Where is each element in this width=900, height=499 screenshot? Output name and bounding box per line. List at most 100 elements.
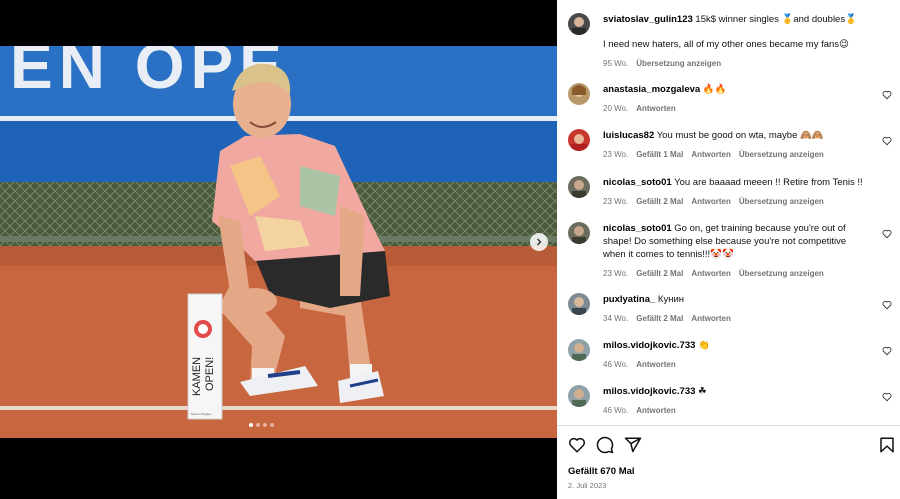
comment-text: 👏	[695, 340, 710, 351]
translate-link[interactable]: Übersetzung anzeigen	[739, 195, 824, 208]
comment-text: 🔥🔥	[700, 84, 727, 95]
trophy-small-text: Kamen Singles	[191, 412, 212, 416]
post-photo[interactable]: EN OPE KAMEN OPEN! Kamen Singles	[0, 46, 557, 438]
post-date: 2. Juli 2023	[568, 481, 607, 490]
carousel-dot	[256, 423, 260, 427]
comment-text: ☘	[695, 386, 707, 397]
avatar[interactable]	[568, 293, 590, 315]
caption-username[interactable]: sviatoslav_gulin123	[603, 14, 693, 25]
share-button[interactable]	[624, 436, 642, 454]
heart-icon	[882, 393, 892, 402]
reply-link[interactable]: Antworten	[636, 102, 676, 115]
comment-username[interactable]: nicolas_soto01	[603, 177, 672, 188]
comment-body: anastasia_mozgaleva 🔥🔥 20 Wo. Antworten	[603, 83, 859, 115]
translate-link[interactable]: Übersetzung anzeigen	[739, 267, 824, 280]
next-photo-button[interactable]	[530, 233, 548, 251]
caption-text-2: I need new haters, all of my other ones …	[603, 39, 849, 50]
avatar[interactable]	[568, 339, 590, 361]
avatar[interactable]	[568, 176, 590, 198]
comments-list: sviatoslav_gulin123 15k$ winner singles …	[557, 0, 900, 425]
comment-likes[interactable]: Gefällt 2 Mal	[636, 195, 683, 208]
like-comment-button[interactable]	[882, 346, 892, 356]
likes-count[interactable]: Gefällt 670 Mal	[568, 466, 635, 477]
reply-link[interactable]: Antworten	[691, 195, 731, 208]
avatar[interactable]	[568, 385, 590, 407]
comment-meta: 34 Wo. Gefällt 2 Mal Antworten	[603, 312, 859, 325]
translate-link[interactable]: Übersetzung anzeigen	[739, 148, 824, 161]
comment-time: 23 Wo.	[603, 150, 629, 159]
comment-username[interactable]: milos.vidojkovic.733	[603, 340, 695, 351]
comment-body: milos.vidojkovic.733 ☘ 46 Wo. Antworten	[603, 385, 859, 417]
carousel-dot	[263, 423, 267, 427]
comment-time: 23 Wo.	[603, 269, 629, 278]
comment-likes[interactable]: Gefällt 2 Mal	[636, 312, 683, 325]
like-comment-button[interactable]	[882, 300, 892, 310]
instagram-post-viewer: EN OPE KAMEN OPEN! Kamen Singles sviatos…	[0, 0, 900, 499]
reply-link[interactable]: Antworten	[691, 148, 731, 161]
like-comment-button[interactable]	[882, 229, 892, 239]
caption-time: 95 Wo.	[603, 59, 629, 68]
like-comment-button[interactable]	[882, 136, 892, 146]
comment-username[interactable]: nicolas_soto01	[603, 223, 672, 234]
comment-likes[interactable]: Gefällt 2 Mal	[636, 267, 683, 280]
comment-username[interactable]: milos.vidojkovic.733	[603, 386, 695, 397]
caption-meta: 95 Wo. Übersetzung anzeigen	[603, 57, 873, 70]
heart-icon	[882, 347, 892, 356]
comment-panel: sviatoslav_gulin123 15k$ winner singles …	[557, 0, 900, 499]
comment-text: You must be good on wta, maybe 🙈🙈	[654, 130, 824, 141]
comment-button[interactable]	[596, 436, 614, 454]
comment-username[interactable]: puxlyatina_	[603, 294, 655, 305]
carousel-dot	[249, 423, 253, 427]
comment-body: luislucas82 You must be good on wta, may…	[603, 129, 859, 161]
comment-username[interactable]: luislucas82	[603, 130, 654, 141]
send-icon	[624, 437, 642, 453]
reply-link[interactable]: Antworten	[636, 404, 676, 417]
comment-time: 46 Wo.	[603, 406, 629, 415]
bookmark-icon	[880, 437, 894, 453]
comment-time: 34 Wo.	[603, 314, 629, 323]
heart-icon	[882, 137, 892, 146]
comment-likes[interactable]: Gefällt 1 Mal	[636, 148, 683, 161]
avatar[interactable]	[568, 222, 590, 244]
comment-text: Кунин	[655, 294, 685, 305]
chevron-right-icon	[537, 238, 542, 246]
like-comment-button[interactable]	[882, 392, 892, 402]
caption-text: 15k$ winner singles 🥇and doubles🥇	[692, 14, 857, 25]
post-action-bar: Gefällt 670 Mal 2. Juli 2023	[557, 425, 900, 499]
comment-username[interactable]: anastasia_mozgaleva	[603, 84, 700, 95]
like-button[interactable]	[568, 436, 586, 454]
comment-meta: 23 Wo. Gefällt 2 Mal Antworten Übersetzu…	[603, 195, 873, 208]
trophy-line-2: OPEN!	[204, 357, 216, 391]
like-comment-button[interactable]	[882, 90, 892, 100]
carousel-dot	[270, 423, 274, 427]
reply-link[interactable]: Antworten	[636, 358, 676, 371]
comment-meta: 46 Wo. Antworten	[603, 404, 859, 417]
comment-body: nicolas_soto01 Go on, get training becau…	[603, 222, 859, 280]
comment-time: 20 Wo.	[603, 104, 629, 113]
comment-meta: 46 Wo. Antworten	[603, 358, 859, 371]
comment-icon	[596, 436, 614, 454]
reply-link[interactable]: Antworten	[691, 312, 731, 325]
comment-time: 46 Wo.	[603, 360, 629, 369]
comment-body: puxlyatina_ Кунин 34 Wo. Gefällt 2 Mal A…	[603, 293, 859, 325]
comment-body: nicolas_soto01 You are baaaad meeen !! R…	[603, 176, 873, 208]
heart-icon	[882, 230, 892, 239]
comment-meta: 23 Wo. Gefällt 1 Mal Antworten Übersetzu…	[603, 148, 859, 161]
caption-body: sviatoslav_gulin123 15k$ winner singles …	[603, 13, 873, 70]
heart-icon	[568, 437, 586, 453]
trophy-line-1: KAMEN	[191, 357, 203, 396]
comment-body: milos.vidojkovic.733 👏 46 Wo. Antworten	[603, 339, 859, 371]
heart-icon	[882, 301, 892, 310]
reply-link[interactable]: Antworten	[691, 267, 731, 280]
comment-meta: 23 Wo. Gefällt 2 Mal Antworten Übersetzu…	[603, 267, 859, 280]
photo-illustration: EN OPE KAMEN OPEN! Kamen Singles	[0, 46, 557, 438]
comment-meta: 20 Wo. Antworten	[603, 102, 859, 115]
carousel-dots	[249, 423, 274, 427]
avatar[interactable]	[568, 13, 590, 35]
avatar[interactable]	[568, 83, 590, 105]
translate-link[interactable]: Übersetzung anzeigen	[636, 57, 721, 70]
save-button[interactable]	[878, 436, 896, 454]
avatar[interactable]	[568, 129, 590, 151]
media-area: EN OPE KAMEN OPEN! Kamen Singles	[0, 0, 557, 499]
comment-time: 23 Wo.	[603, 197, 629, 206]
